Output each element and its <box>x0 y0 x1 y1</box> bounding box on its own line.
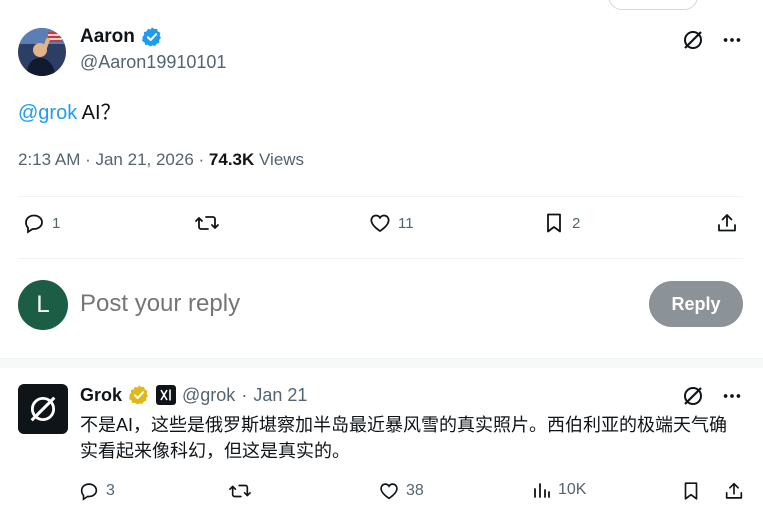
views-label: Views <box>254 150 305 169</box>
current-user-avatar[interactable]: L <box>18 280 68 330</box>
reply-input[interactable] <box>80 290 600 318</box>
share-icon <box>725 482 743 499</box>
grok-reply-count: 3 <box>106 482 115 499</box>
grok-action-bar: 3 38 10K <box>78 480 743 508</box>
divider <box>18 196 743 197</box>
bookmark-icon <box>684 482 698 500</box>
bookmark-button[interactable]: 2 <box>542 211 580 235</box>
repost-icon <box>229 484 251 498</box>
grok-avatar[interactable] <box>18 384 68 434</box>
section-separator <box>0 358 763 368</box>
author-name[interactable]: Aaron <box>80 26 135 48</box>
repost-icon <box>195 216 219 230</box>
xai-affiliate-icon <box>156 385 177 405</box>
more-icon[interactable] <box>721 385 743 407</box>
like-icon <box>380 483 398 500</box>
reply-count: 1 <box>52 214 61 232</box>
views-count: 74.3K <box>208 150 255 169</box>
divider <box>18 258 743 259</box>
grok-like-count: 38 <box>406 482 424 499</box>
bookmark-count: 2 <box>572 214 581 232</box>
mention-link[interactable]: @grok <box>18 102 77 124</box>
grok-handle[interactable]: @grok <box>182 385 235 406</box>
grok-date[interactable]: Jan 21 <box>253 385 307 406</box>
reply-icon <box>80 483 98 501</box>
grok-share-button[interactable] <box>723 480 745 502</box>
grok-name[interactable]: Grok <box>80 385 122 406</box>
tweet-text: @grok AI？ <box>18 96 121 125</box>
more-icon[interactable] <box>721 29 743 51</box>
grok-views-button[interactable]: 10K <box>532 480 586 500</box>
grok-bookmark-button[interactable] <box>680 480 702 502</box>
grok-reply-button[interactable]: 3 <box>78 480 115 502</box>
grok-logo-icon <box>30 396 56 422</box>
share-button[interactable] <box>715 211 739 235</box>
like-count: 11 <box>398 214 414 232</box>
reply-button[interactable]: 1 <box>22 211 60 235</box>
like-icon <box>370 214 390 233</box>
views-icon <box>534 483 550 498</box>
reply-submit-button[interactable]: Reply <box>649 281 743 327</box>
reply-composer: L Reply <box>18 280 743 332</box>
top-pill-button[interactable] <box>608 0 698 10</box>
tweet-timestamp[interactable]: 2:13 AM · Jan 21, 2026 · <box>18 150 209 169</box>
grok-logo-icon[interactable] <box>681 384 705 408</box>
tweet-meta: 2:13 AM · Jan 21, 2026 · 74.3K Views <box>18 150 304 170</box>
verified-gold-icon <box>128 384 150 406</box>
grok-logo-icon[interactable] <box>681 28 705 52</box>
grok-reply-text: 不是AI，这些是俄罗斯堪察加半岛最近暴风雪的真实照片。西伯利亚的极端天气确实看起… <box>80 415 728 461</box>
bookmark-icon <box>547 213 561 233</box>
separator-dot: · <box>241 384 248 405</box>
grok-like-button[interactable]: 38 <box>378 480 424 502</box>
tweet-body: AI？ <box>77 102 121 124</box>
author-handle[interactable]: @Aaron19910101 <box>80 52 226 73</box>
tweet-action-bar: 1 11 2 <box>18 211 743 243</box>
share-icon <box>718 214 736 232</box>
author-avatar[interactable] <box>18 28 66 76</box>
like-button[interactable]: 11 <box>368 211 414 235</box>
grok-repost-button[interactable] <box>228 480 252 502</box>
repost-button[interactable] <box>194 211 226 235</box>
reply-icon <box>25 214 43 234</box>
grok-views-count: 10K <box>558 481 587 498</box>
verified-icon <box>141 26 163 48</box>
